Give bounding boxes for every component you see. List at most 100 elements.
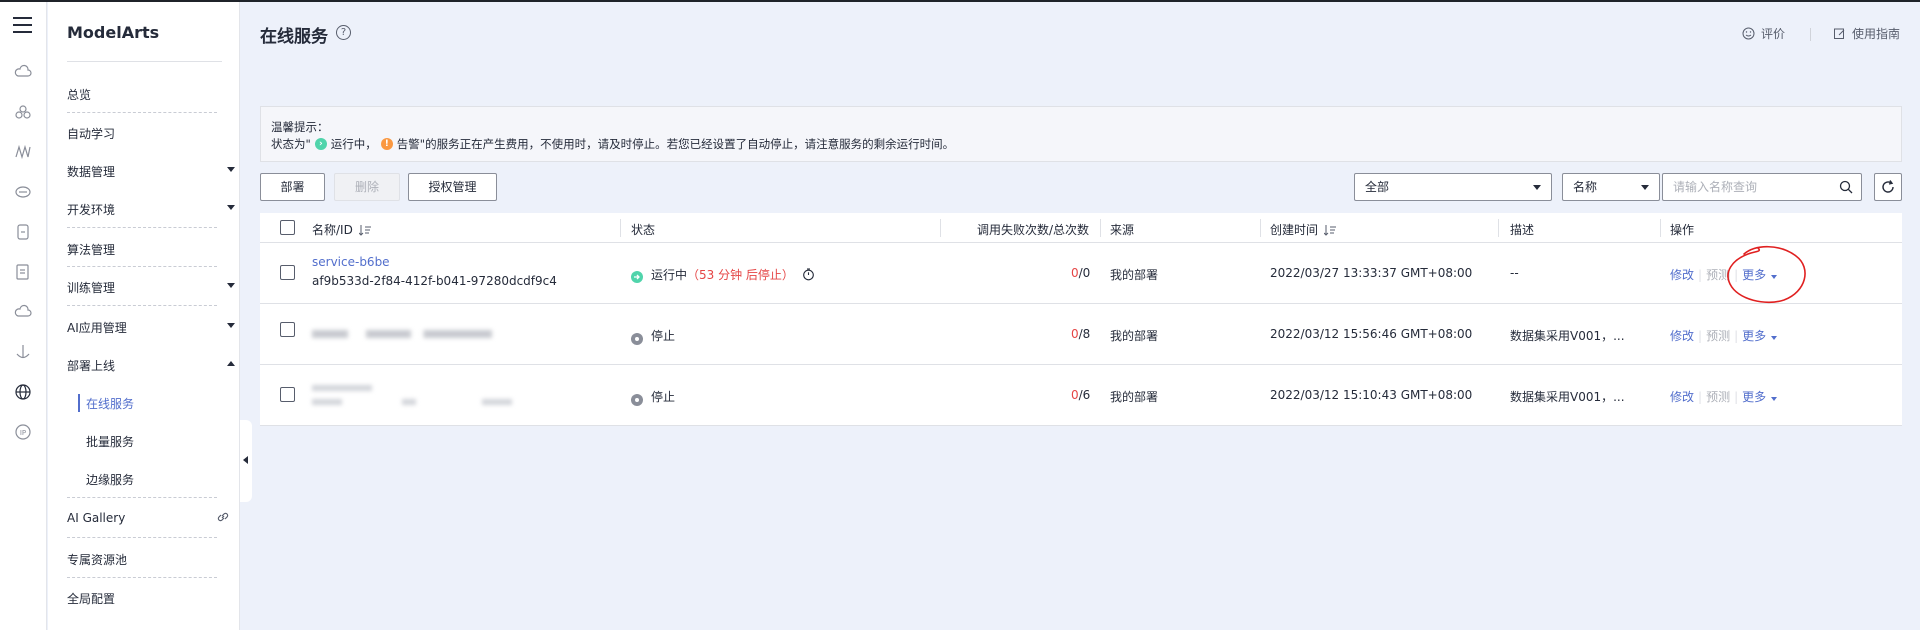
cluster-icon[interactable] — [13, 102, 32, 121]
sort-icon[interactable] — [358, 224, 371, 236]
divider — [67, 577, 217, 578]
predict-link[interactable]: 预测 — [1706, 388, 1730, 405]
refresh-icon — [1882, 180, 1894, 193]
nav-item-data-management[interactable]: 数据管理 — [67, 163, 247, 183]
row-actions: 修改 | 预测 | 更多 — [1670, 388, 1778, 405]
nav-item-global-config[interactable]: 全局配置 — [67, 590, 247, 610]
refresh-button[interactable] — [1874, 173, 1902, 201]
sort-icon[interactable] — [1324, 224, 1337, 236]
column-separator — [940, 219, 941, 237]
nav-item-algorithm-management[interactable]: 算法管理 — [67, 241, 247, 261]
guide-button[interactable]: 使用指南 — [1833, 25, 1900, 42]
more-dropdown[interactable]: 更多 — [1742, 388, 1778, 405]
nav-item-deployment[interactable]: 部署上线 — [67, 357, 247, 377]
deploy-button[interactable]: 部署 — [260, 173, 325, 201]
table-row: service-b6be af9b533d-2f84-412f-b041-972… — [260, 243, 1902, 304]
globe-icon[interactable] — [13, 382, 32, 401]
menu-icon[interactable] — [13, 17, 32, 34]
sub-item-edge-service[interactable]: 边缘服务 — [86, 471, 134, 488]
cloud-outline-icon[interactable] — [13, 302, 32, 321]
rate-label: 评价 — [1761, 27, 1786, 41]
icon-rail: IP — [0, 2, 47, 630]
created-cell: 2022/03/12 15:56:46 GMT+08:00 — [1270, 327, 1473, 341]
row-checkbox[interactable] — [280, 265, 295, 280]
created-cell: 2022/03/27 13:33:37 GMT+08:00 — [1270, 266, 1473, 280]
sub-item-batch-service[interactable]: 批量服务 — [86, 433, 134, 450]
column-separator — [620, 219, 621, 237]
help-icon[interactable]: ? — [336, 25, 351, 40]
nav-item-ai-app-management[interactable]: AI应用管理 — [67, 319, 247, 339]
modify-link[interactable]: 修改 — [1670, 266, 1694, 283]
timer-icon[interactable] — [802, 268, 815, 281]
chevron-down-icon — [227, 323, 235, 328]
row-checkbox[interactable] — [280, 387, 295, 402]
redacted-service-name — [312, 385, 372, 391]
cloud-icon[interactable] — [13, 62, 32, 81]
column-separator — [1100, 219, 1101, 237]
active-indicator — [78, 394, 80, 412]
document-icon[interactable] — [13, 262, 32, 281]
nav-item-dedicated-pool[interactable]: 专属资源池 — [67, 551, 247, 571]
stopped-status-icon — [631, 333, 643, 345]
modify-link[interactable]: 修改 — [1670, 388, 1694, 405]
external-link-icon[interactable] — [216, 510, 230, 524]
more-dropdown[interactable]: 更多 — [1742, 327, 1778, 344]
search-input[interactable] — [1673, 179, 1833, 195]
predict-link[interactable]: 预测 — [1706, 327, 1730, 344]
chevron-down-icon — [227, 283, 235, 288]
smile-icon — [1742, 27, 1755, 40]
source-cell: 我的部署 — [1110, 390, 1159, 404]
col-calls-header: 调用失败次数/总次数 — [977, 223, 1090, 237]
divider — [67, 497, 217, 498]
chevron-up-icon — [227, 361, 235, 366]
col-name-header[interactable]: 名称/ID — [312, 221, 371, 238]
svg-text:IP: IP — [19, 429, 25, 437]
table-header: 名称/ID 状态 调用失败次数/总次数 来源 创建时间 描述 操作 — [260, 213, 1902, 243]
edit-doc-icon — [1834, 28, 1845, 39]
service-id: af9b533d-2f84-412f-b041-97280dcdf9c4 — [312, 274, 557, 288]
created-cell: 2022/03/12 15:10:43 GMT+08:00 — [1270, 388, 1473, 402]
cloud-server-icon[interactable] — [13, 182, 32, 201]
service-table: 名称/ID 状态 调用失败次数/总次数 来源 创建时间 描述 操作 servic… — [260, 213, 1902, 426]
delete-button[interactable]: 删除 — [334, 173, 400, 201]
anchor-icon[interactable] — [13, 342, 32, 361]
stopped-status-icon — [631, 394, 643, 406]
col-created-header[interactable]: 创建时间 — [1270, 221, 1337, 238]
nav-item-auto-learning[interactable]: 自动学习 — [67, 125, 247, 145]
running-status-icon — [631, 271, 643, 283]
divider — [67, 537, 217, 538]
search-field-select[interactable]: 名称 — [1562, 173, 1660, 201]
desc-cell: 数据集采用V001，... — [1510, 390, 1625, 404]
brand-title: ModelArts — [67, 23, 160, 42]
chevron-down-icon — [1641, 185, 1649, 190]
divider — [67, 266, 217, 267]
col-ops-header: 操作 — [1670, 223, 1695, 237]
search-box — [1662, 173, 1862, 201]
sub-item-online-service[interactable]: 在线服务 — [86, 395, 134, 412]
nav-item-overview[interactable]: 总览 — [67, 86, 247, 106]
auth-management-button[interactable]: 授权管理 — [408, 173, 497, 201]
rate-button[interactable]: 评价 — [1742, 25, 1785, 42]
modify-link[interactable]: 修改 — [1670, 327, 1694, 344]
col-source-header: 来源 — [1110, 223, 1135, 237]
modelarts-icon[interactable] — [13, 142, 32, 161]
sidebar-collapse-toggle[interactable] — [240, 420, 252, 502]
table-row: 停止 0/6 我的部署 2022/03/12 15:10:43 GMT+08:0… — [260, 365, 1902, 426]
nav-item-training-management[interactable]: 训练管理 — [67, 279, 247, 299]
database-icon[interactable] — [13, 222, 32, 241]
page-title: 在线服务 — [260, 27, 328, 47]
desc-cell: -- — [1510, 266, 1519, 280]
search-icon[interactable] — [1839, 180, 1853, 194]
table-row: 停止 0/8 我的部署 2022/03/12 15:56:46 GMT+08:0… — [260, 304, 1902, 365]
service-name-link[interactable]: service-b6be — [312, 255, 390, 269]
divider — [67, 112, 217, 113]
alarm-status-icon: ! — [380, 138, 393, 150]
auto-stop-countdown: （53 分钟 后停止） — [687, 268, 794, 282]
nav-item-dev-environment[interactable]: 开发环境 — [67, 201, 247, 221]
row-checkbox[interactable] — [280, 322, 295, 337]
select-all-checkbox[interactable] — [280, 220, 295, 235]
status-filter-select[interactable]: 全部 — [1354, 173, 1552, 201]
column-separator — [1498, 219, 1499, 237]
ip-icon[interactable]: IP — [13, 422, 32, 441]
chevron-down-icon — [227, 205, 235, 210]
